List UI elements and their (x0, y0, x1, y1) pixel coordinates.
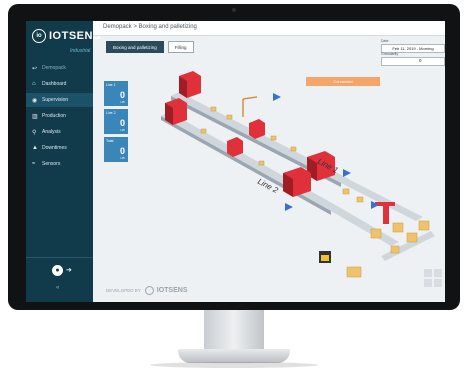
sidebar: io IOTSENS Industrial ↩ Demopack ⌂ Dashb… (26, 21, 100, 302)
brand-logo: io IOTSENS (32, 29, 101, 43)
tab-filling[interactable]: Filling (167, 41, 194, 53)
logout-icon[interactable]: ➜ (66, 266, 72, 274)
kpi-card-unit: U/h (120, 128, 125, 132)
forklift (319, 251, 331, 263)
sidebar-item-label: Production (42, 113, 66, 119)
kpi-card-title: Total (106, 139, 114, 143)
granularity-value: 0 (419, 58, 422, 63)
kpi-card-title: Line 1 (106, 83, 116, 87)
pan-left-button[interactable] (424, 279, 432, 287)
sidebar-item-label: Dashboard (42, 81, 67, 87)
eye-icon: ◉ (32, 97, 38, 104)
app-screen: io IOTSENS Industrial ↩ Demopack ⌂ Dashb… (26, 21, 445, 302)
footer-brand: IOTSENS (156, 287, 188, 294)
sidebar-item-label: Supervision (42, 97, 69, 103)
footer-logo-icon (144, 286, 154, 295)
monitor-stand-base (178, 349, 290, 363)
sidebar-item-analysis[interactable]: ⚲ Analysis (26, 125, 93, 139)
sidebar-item-demopack[interactable]: ↩ Demopack (26, 61, 93, 75)
kpi-card-title: Line 2 (106, 111, 116, 115)
sidebar-item-label: Analysis (42, 129, 61, 135)
back-arrow-icon: ↩ (32, 65, 38, 72)
footer: DEVELOPED BY IOTSENS (106, 286, 188, 295)
sidebar-item-sensors[interactable]: ≈ Sensors (26, 157, 93, 171)
factory-line-diagram[interactable]: Line 1 Line 2 (131, 71, 441, 283)
tab-boxing-palletizing[interactable]: Boxing and palletizing (106, 41, 164, 53)
zoom-out-button[interactable] (434, 269, 442, 277)
user-avatar-icon[interactable]: ● (52, 265, 63, 276)
zoom-in-button[interactable] (424, 269, 432, 277)
breadcrumb: Demopack > Boxing and palletizing (103, 24, 197, 30)
tab-bar: Boxing and palletizing Filling (106, 41, 198, 53)
kpi-card-value: 0 (119, 118, 125, 128)
machine-filler-1[interactable] (179, 71, 201, 98)
sidebar-nav: ↩ Demopack ⌂ Dashboard ◉ Supervision ▥ P… (26, 61, 93, 173)
developed-by-text: DEVELOPED BY (106, 288, 141, 293)
machine-filler-2[interactable] (165, 98, 187, 125)
sidebar-item-dashboard[interactable]: ⌂ Dashboard (26, 77, 93, 91)
logo-subtitle: Industrial (70, 48, 91, 54)
logo-mark-icon: io (32, 29, 46, 43)
granularity-filter-select[interactable]: 0 (381, 57, 445, 66)
sidebar-item-label: Demopack (42, 65, 66, 71)
kpi-card-line-1[interactable]: Line 1 0 U/h (104, 81, 128, 106)
search-icon: ⚲ (32, 129, 37, 136)
granularity-filter-label: Granularity (381, 52, 399, 56)
collapse-sidebar-icon[interactable]: « (56, 285, 59, 291)
wifi-icon: ≈ (32, 161, 36, 167)
kpi-card-line-2[interactable]: Line 2 0 U/h (104, 109, 128, 134)
sidebar-item-label: Downtimes (42, 145, 67, 151)
kpi-card-value: 0 (119, 146, 125, 156)
sidebar-item-downtimes[interactable]: ▲ Downtimes (26, 141, 93, 155)
webcam (232, 8, 236, 12)
kpi-card-unit: U/h (120, 156, 125, 160)
sidebar-item-label: Sensors (42, 161, 61, 167)
stand-shadow (150, 362, 318, 368)
bar-chart-icon: ▥ (32, 113, 38, 120)
kpi-card-total[interactable]: Total 0 U/h (104, 137, 128, 162)
crane-arm (242, 96, 258, 117)
kpi-card-value: 0 (119, 90, 125, 100)
home-icon: ⌂ (32, 81, 36, 87)
warning-icon: ▲ (32, 145, 38, 151)
date-filter-label: Date (381, 39, 389, 43)
kpi-card-unit: U/h (120, 100, 125, 104)
kpi-cards: Line 1 0 U/h Line 2 0 U/h Total 0 U/h (104, 81, 128, 165)
pan-right-button[interactable] (434, 279, 442, 287)
monitor-bezel: io IOTSENS Industrial ↩ Demopack ⌂ Dashb… (8, 4, 460, 310)
sidebar-item-supervision[interactable]: ◉ Supervision (26, 93, 93, 107)
top-bar: Demopack > Boxing and palletizing (93, 21, 445, 36)
sidebar-divider (26, 257, 93, 258)
monitor-stand-neck (204, 310, 264, 350)
sidebar-item-production[interactable]: ▥ Production (26, 109, 93, 123)
